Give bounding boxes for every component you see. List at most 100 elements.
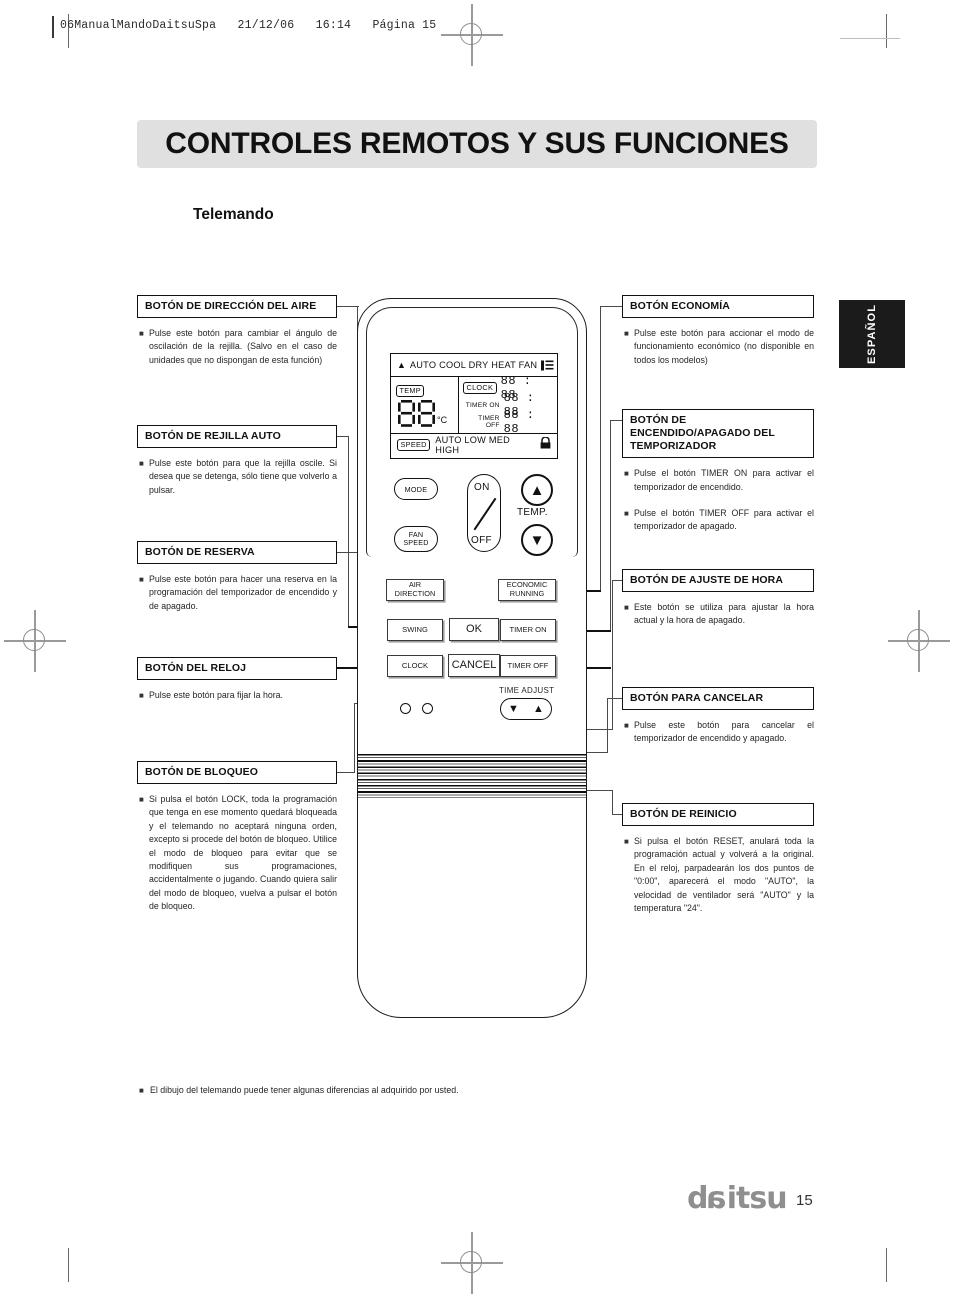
fan-flow-icon <box>541 360 554 371</box>
callout-caption: BOTÓN DE BLOQUEO <box>137 761 337 785</box>
power-slash-divider <box>473 497 497 531</box>
callout-cancel: BOTÓN PARA CANCELAR ■ Pulse este botón p… <box>622 687 814 746</box>
lock-icon <box>540 436 551 454</box>
callout-body: ■ Pulse este botón para cambiar el ángul… <box>137 327 337 367</box>
callout-text: Pulse este botón para hacer una reserva … <box>149 574 337 611</box>
language-tab-espanol: ESPAÑOL <box>839 300 905 368</box>
time-adjust-buttons[interactable]: ▼ ▲ <box>500 698 552 720</box>
callout-caption: BOTÓN DEL RELOJ <box>137 657 337 681</box>
callout-caption: BOTÓN DE REJILLA AUTO <box>137 425 337 449</box>
page-footnote: ■ El dibujo del telemando puede tener al… <box>139 1085 459 1095</box>
reset-small-button[interactable] <box>422 703 433 714</box>
lcd-temp-section: TEMP °C <box>391 377 459 433</box>
page-title: CONTROLES REMOTOS Y SUS FUNCIONES <box>165 127 789 160</box>
lcd-temp-digits <box>398 400 435 427</box>
page-title-banner: CONTROLES REMOTOS Y SUS FUNCIONES <box>137 120 817 168</box>
seven-seg-digit-icon <box>398 400 415 427</box>
callout-body: ■ Pulse este botón para hacer una reserv… <box>137 573 337 613</box>
timer-on-button[interactable]: TIMER ON <box>500 619 556 641</box>
seven-seg-digit-icon <box>418 400 435 427</box>
clock-button[interactable]: CLOCK <box>387 655 443 677</box>
time-adjust-up-icon[interactable]: ▲ <box>533 703 544 715</box>
leader-lock-a <box>337 772 355 774</box>
bullet-glyph: ■ <box>139 575 144 585</box>
swing-button[interactable]: SWING <box>387 619 443 641</box>
bullet-glyph: ■ <box>624 837 629 847</box>
callout-auto-grille: BOTÓN DE REJILLA AUTO ■ Pulse este botón… <box>137 425 337 497</box>
timer-off-button[interactable]: TIMER OFF <box>500 655 556 677</box>
leader-economy-b <box>600 306 602 591</box>
callout-text: Pulse este botón para fijar la hora. <box>149 690 283 701</box>
registration-mark-bottom <box>441 1232 503 1294</box>
callout-clock: BOTÓN DEL RELOJ ■ Pulse este botón para … <box>137 657 337 703</box>
callout-text: Pulse este botón para que la rejilla osc… <box>149 458 337 495</box>
callout-reserve: BOTÓN DE RESERVA ■ Pulse este botón para… <box>137 541 337 613</box>
bullet-glyph: ■ <box>139 691 144 701</box>
leader-air-direction-a <box>337 306 359 308</box>
lock-small-button[interactable] <box>400 703 411 714</box>
bullet-glyph: ■ <box>139 459 144 469</box>
lcd-clock-section: CLOCK 88 : 88 TIMER ON 88 : 88 TIMER OFF… <box>459 374 557 436</box>
temp-down-arrow-icon: ▼ <box>529 531 545 549</box>
callout-body: ■ Pulse este botón para accionar el modo… <box>622 327 814 367</box>
lcd-middle-row: TEMP °C CLOCK 88: 88 TIMER ON 88: 88 T… <box>391 374 557 436</box>
lcd-timer-off-value: 88 : 88 <box>503 408 535 436</box>
page-number: 15 <box>796 1192 813 1209</box>
brand-logo: daitsu <box>687 1181 788 1216</box>
crop-mark-bl-v <box>68 1248 70 1282</box>
print-file-stamp: 06ManualMandoDaitsuSpa 21/12/06 16:14 Pá… <box>60 19 437 32</box>
callout-text: Pulse este botón para cancelar el tempor… <box>634 720 814 744</box>
callout-timer-onoff: BOTÓN DE ENCENDIDO/APAGADO DEL TEMPORIZA… <box>622 409 814 534</box>
power-on-label: ON <box>474 482 490 493</box>
callout-body: ■ Si pulsa el botón LOCK, toda la progra… <box>137 793 337 913</box>
temp-down-button[interactable]: ▼ <box>521 524 553 556</box>
callout-body: ■ Este botón se utiliza para ajustar la … <box>622 601 814 628</box>
fan-speed-line2: SPEED <box>403 538 429 547</box>
bullet-glyph: ■ <box>139 1086 144 1095</box>
footnote-text: El dibujo del telemando puede tener algu… <box>150 1085 459 1095</box>
leader-timeadjust-a <box>612 580 622 582</box>
crop-mark-tr-v <box>886 14 888 48</box>
ok-button[interactable]: OK <box>449 618 499 641</box>
fan-speed-button[interactable]: FAN SPEED <box>394 526 438 552</box>
lcd-temp-value-row: °C <box>396 400 458 427</box>
bullet-glyph: ■ <box>139 795 144 805</box>
lcd-timer-off-label: TIMER OFF <box>478 415 500 429</box>
temp-up-arrow-icon: ▲ <box>529 481 545 499</box>
cancel-button[interactable]: CANCEL <box>448 654 500 677</box>
mode-pointer-icon: ▲ <box>397 359 406 370</box>
power-off-label: OFF <box>471 535 492 546</box>
callout-body: ■ Pulse este botón para fijar la hora. <box>137 689 337 702</box>
lcd-speed-pill: SPEED <box>397 438 431 452</box>
registration-mark-left <box>4 610 66 672</box>
callout-economy: BOTÓN ECONOMÍA ■ Pulse este botón para a… <box>622 295 814 367</box>
air-direction-button[interactable]: AIR DIRECTION <box>386 579 444 601</box>
leader-cancel-b <box>607 698 609 753</box>
bullet-glyph: ■ <box>624 721 629 731</box>
air-direction-label: AIR DIRECTION <box>394 580 436 598</box>
economic-running-button[interactable]: ECONOMIC RUNNING <box>498 579 556 601</box>
callout-text: Pulse este botón para cambiar el ángulo … <box>149 328 337 365</box>
power-on-off-button[interactable]: ON OFF <box>467 474 501 552</box>
callout-text: Si pulsa el botón RESET, anulará toda la… <box>634 836 814 913</box>
callout-body: ■ Pulse este botón para que la rejilla o… <box>137 457 337 497</box>
callout-text: Este botón se utiliza para ajustar la ho… <box>634 602 814 626</box>
callout-caption: BOTÓN DE REINICIO <box>622 803 814 827</box>
callout-caption: BOTÓN DE DIRECCIÓN DEL AIRE <box>137 295 337 319</box>
callout-caption: BOTÓN PARA CANCELAR <box>622 687 814 711</box>
bullet-glyph: ■ <box>624 603 629 613</box>
time-adjust-label: TIME ADJUST <box>499 686 555 695</box>
remote-hatched-band <box>358 754 586 798</box>
bullet-glyph: ■ <box>624 509 629 519</box>
callout-text: Si pulsa el botón LOCK, toda la programa… <box>149 794 337 911</box>
mode-button[interactable]: MODE <box>394 478 438 500</box>
temp-up-button[interactable]: ▲ <box>521 474 553 506</box>
registration-mark-right <box>888 610 950 672</box>
lcd-display: ▲ AUTO COOL DRY HEAT FAN TEMP °C CLOCK 8… <box>390 353 558 459</box>
time-adjust-down-icon[interactable]: ▼ <box>508 703 519 715</box>
callout-lock: BOTÓN DE BLOQUEO ■ Si pulsa el botón LOC… <box>137 761 337 913</box>
callout-caption: BOTÓN DE AJUSTE DE HORA <box>622 569 814 593</box>
callout-caption: BOTÓN DE ENCENDIDO/APAGADO DEL TEMPORIZA… <box>622 409 814 459</box>
lcd-temp-pill: TEMP <box>396 384 425 397</box>
lcd-temp-unit: °C <box>437 415 448 425</box>
